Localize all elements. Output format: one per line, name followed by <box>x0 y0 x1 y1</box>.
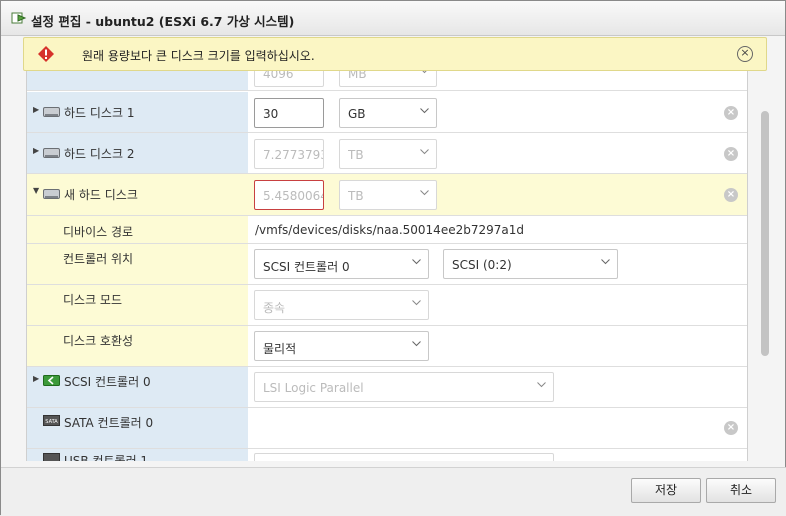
chevron-down-icon <box>537 382 546 390</box>
hard-disk-1-size-input[interactable]: 30 <box>254 98 324 128</box>
scrollbar[interactable] <box>761 111 769 356</box>
expand-arrow-icon[interactable]: ▶ <box>33 374 39 383</box>
dialog-footer: 저장 취소 <box>1 467 786 516</box>
hard-disk-1-row: ▶ 하드 디스크 1 30 GB × <box>27 92 747 133</box>
remove-icon[interactable]: × <box>724 106 738 120</box>
chevron-down-icon <box>420 149 429 157</box>
device-path-row: 디바이스 경로 /vmfs/devices/disks/naa.50014ee2… <box>27 216 747 244</box>
usb-controller-row: USB 컨트롤러 1 <box>27 449 747 461</box>
new-hard-disk-label: 새 하드 디스크 <box>64 188 138 202</box>
chevron-down-icon <box>420 108 429 116</box>
svg-text:SATA: SATA <box>45 419 58 425</box>
scsi-type-select[interactable]: LSI Logic Parallel <box>254 372 554 402</box>
disk-mode-select[interactable]: 종속 <box>254 290 429 320</box>
disk-mode-label: 디스크 모드 <box>63 293 123 307</box>
cancel-button[interactable]: 취소 <box>706 478 776 503</box>
usb-type-select[interactable] <box>254 453 554 461</box>
chevron-down-icon <box>420 71 428 76</box>
chevron-down-icon <box>412 259 421 267</box>
usb-controller-label: USB 컨트롤러 1 <box>64 454 149 461</box>
expand-arrow-icon[interactable]: ▶ <box>33 146 39 155</box>
disk-mode-row: 디스크 모드 종속 <box>27 285 747 326</box>
hard-disk-1-unit-select[interactable]: GB <box>339 98 437 128</box>
memory-unit-select[interactable]: MB <box>339 71 437 87</box>
memory-row: 4096 MB <box>27 71 747 91</box>
disk-icon <box>43 148 60 159</box>
chevron-down-icon <box>601 259 610 267</box>
controller-location-label: 컨트롤러 위치 <box>63 252 134 266</box>
chevron-down-icon <box>412 300 421 308</box>
controller-slot-select[interactable]: SCSI (0:2) <box>443 249 618 279</box>
chevron-down-icon <box>420 190 429 198</box>
vm-edit-icon <box>11 11 27 25</box>
disk-compatibility-row: 디스크 호환성 물리적 <box>27 326 747 367</box>
close-icon[interactable]: × <box>737 46 753 62</box>
disk-compatibility-label: 디스크 호환성 <box>63 334 134 348</box>
disk-icon <box>43 189 60 200</box>
new-disk-size-input[interactable]: 5.45800646 <box>254 180 324 210</box>
chevron-down-icon <box>412 341 421 349</box>
disk-compatibility-select[interactable]: 물리적 <box>254 331 429 361</box>
save-button[interactable]: 저장 <box>631 478 701 503</box>
controller-location-row: 컨트롤러 위치 SCSI 컨트롤러 0 SCSI (0:2) <box>27 244 747 285</box>
disk-icon <box>43 107 60 118</box>
edit-settings-dialog: 설정 편집 - ubuntu2 (ESXi 6.7 가상 시스템) 원래 용량보… <box>0 0 786 516</box>
warning-banner: 원래 용량보다 큰 디스크 크기를 입력하십시오. × <box>23 37 767 71</box>
hard-disk-2-unit-select[interactable]: TB <box>339 139 437 169</box>
warning-message: 원래 용량보다 큰 디스크 크기를 입력하십시오. <box>82 49 315 63</box>
scsi-controller-icon <box>43 375 60 386</box>
scsi-controller-row: ▶ SCSI 컨트롤러 0 LSI Logic Parallel <box>27 367 747 408</box>
hard-disk-1-label: 하드 디스크 1 <box>64 106 135 120</box>
sata-controller-icon: SATA <box>43 415 60 426</box>
scsi-controller-label: SCSI 컨트롤러 0 <box>64 375 151 389</box>
error-icon <box>38 46 54 62</box>
hard-disk-2-row: ▶ 하드 디스크 2 7.27737935 TB × <box>27 133 747 174</box>
title-bar[interactable]: 설정 편집 - ubuntu2 (ESXi 6.7 가상 시스템) <box>1 1 785 36</box>
device-path-value: /vmfs/devices/disks/naa.50014ee2b7297a1d <box>255 223 524 237</box>
controller-select[interactable]: SCSI 컨트롤러 0 <box>254 249 429 279</box>
new-hard-disk-row: ▼ 새 하드 디스크 5.45800646 TB × <box>27 174 747 216</box>
remove-icon[interactable]: × <box>724 147 738 161</box>
remove-icon[interactable]: × <box>724 421 738 435</box>
collapse-arrow-icon[interactable]: ▼ <box>33 186 39 195</box>
expand-arrow-icon[interactable]: ▶ <box>33 105 39 114</box>
device-path-label: 디바이스 경로 <box>63 225 134 239</box>
hard-disk-2-size-input[interactable]: 7.27737935 <box>254 139 324 169</box>
memory-size-input[interactable]: 4096 <box>254 71 324 87</box>
sata-controller-label: SATA 컨트롤러 0 <box>64 416 154 430</box>
sata-controller-row: SATA SATA 컨트롤러 0 × <box>27 408 747 449</box>
hard-disk-2-label: 하드 디스크 2 <box>64 147 135 161</box>
new-disk-unit-select[interactable]: TB <box>339 180 437 210</box>
dialog-title: 설정 편집 - ubuntu2 (ESXi 6.7 가상 시스템) <box>31 14 295 29</box>
usb-controller-icon <box>43 453 60 461</box>
remove-icon[interactable]: × <box>724 188 738 202</box>
settings-list[interactable]: 4096 MB ▶ 하드 디스크 1 30 GB × ▶ 하드 디스크 2 7.… <box>26 71 748 461</box>
